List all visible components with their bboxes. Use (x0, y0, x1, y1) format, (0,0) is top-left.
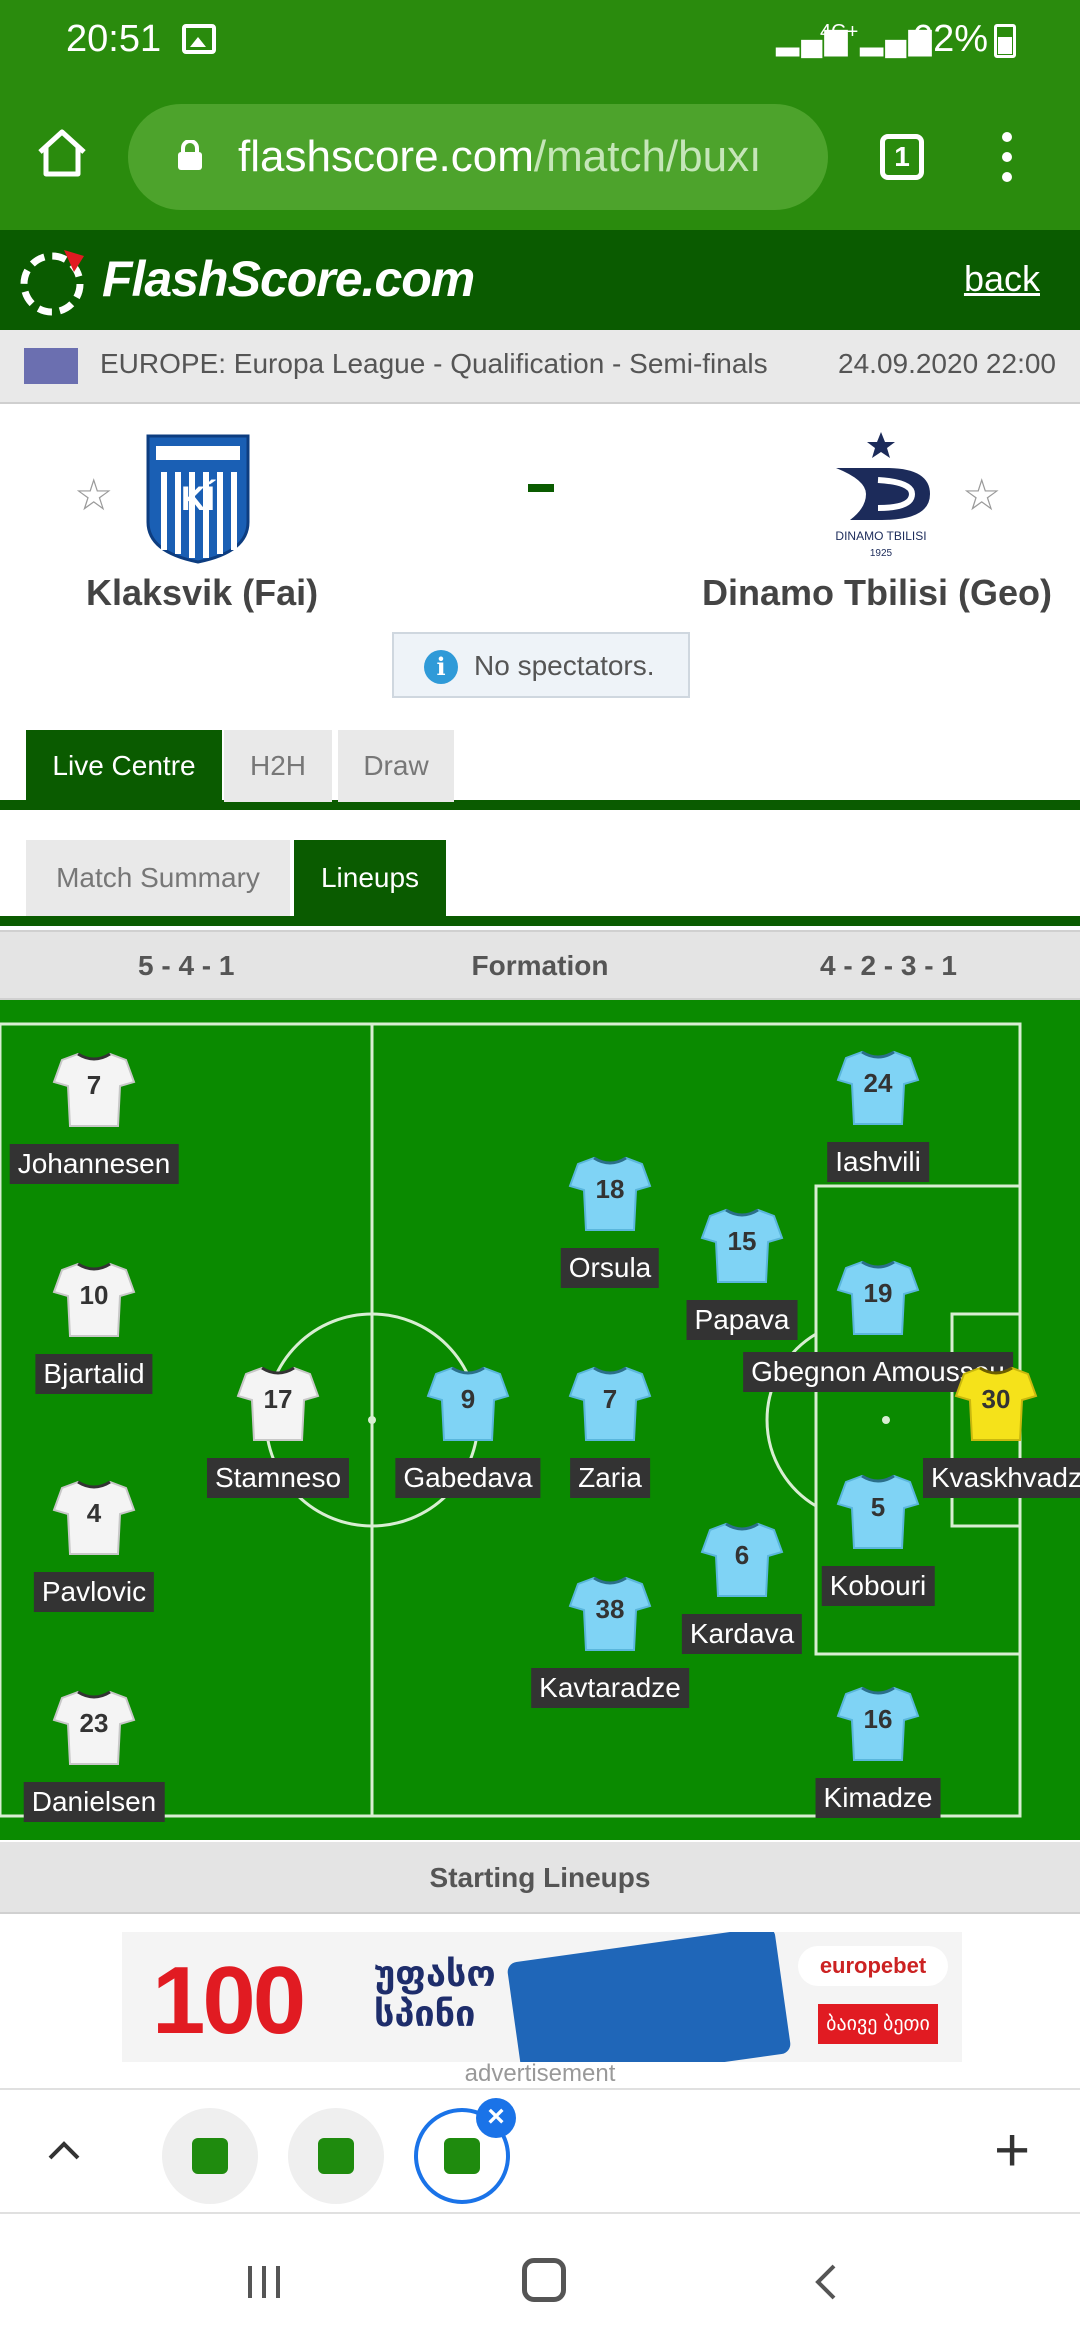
player-name: Danielsen (23, 1782, 165, 1822)
shirt-icon: 5 (836, 1472, 920, 1552)
player-name: Kimadze (815, 1778, 941, 1818)
shirt-icon: 30 (954, 1364, 1038, 1444)
url-text: flashscore.com/match/buxı (238, 132, 762, 181)
new-tab-icon[interactable]: + (994, 2120, 1030, 2182)
player-name: Kobouri (821, 1566, 935, 1606)
player-name: Gabedava (395, 1458, 541, 1498)
network-type: 4G+ (820, 21, 859, 43)
shirt-icon: 38 (568, 1574, 652, 1654)
shirt-icon: 18 (568, 1154, 652, 1234)
tab-match-summary[interactable]: Match Summary (26, 840, 290, 916)
player-name: Johannesen (9, 1144, 179, 1184)
pitch: 7 Johannesen 10 Bjartalid 4 Pavlovic 23 … (0, 1000, 1080, 1840)
home-team-name[interactable]: Klaksvik (Fai) (86, 572, 318, 614)
flashscore-favicon-icon (444, 2138, 480, 2174)
shirt-icon: 10 (52, 1260, 136, 1340)
notice-text: No spectators. (474, 650, 655, 681)
favorite-away-star-icon[interactable]: ☆ (962, 470, 1001, 521)
away-formation: 4 - 2 - 3 - 1 (820, 950, 957, 981)
recent-apps-icon[interactable] (244, 2262, 284, 2302)
ad-cta-button[interactable]: ბაივე ბეთი (818, 2004, 938, 2044)
tab-switcher-button[interactable]: 1 (880, 134, 924, 180)
ad-headline-text: უფასო სპინი (374, 1953, 496, 2034)
flashscore-logo-icon[interactable] (18, 246, 90, 318)
competition-name[interactable]: EUROPE: Europa League - Qualification - … (100, 348, 768, 380)
ad-label: advertisement (464, 2060, 616, 2087)
flashscore-favicon-icon (192, 2138, 228, 2174)
shirt-icon: 17 (236, 1364, 320, 1444)
shirt-icon: 19 (836, 1258, 920, 1338)
player-name: Papava (686, 1300, 798, 1340)
shirt-icon: 6 (700, 1520, 784, 1600)
battery-icon (994, 24, 1016, 58)
browser-tab[interactable] (162, 2108, 258, 2204)
player-name: Iashvili (827, 1142, 929, 1182)
player-name: Pavlovic (33, 1572, 155, 1612)
svg-text:DINAMO TBILISI: DINAMO TBILISI (835, 529, 926, 543)
advertisement-banner[interactable]: 100 უფასო სპინი europebet ბაივე ბეთი (122, 1932, 962, 2062)
player-name: Stamneso (206, 1458, 350, 1498)
chevron-up-icon[interactable] (44, 2130, 84, 2170)
battery-percent: 62% (912, 18, 989, 60)
competition-bar[interactable]: EUROPE: Europa League - Qualification - … (0, 330, 1080, 404)
tab-draw[interactable]: Draw (338, 730, 454, 802)
tab-live-centre[interactable]: Live Centre (26, 730, 222, 802)
shirt-icon: 7 (52, 1050, 136, 1130)
away-team-name[interactable]: Dinamo Tbilisi (Geo) (702, 572, 1052, 614)
europe-flag-icon (24, 348, 78, 384)
tab-lineups[interactable]: Lineups (294, 840, 446, 916)
shirt-icon: 9 (426, 1364, 510, 1444)
shirt-icon: 23 (52, 1688, 136, 1768)
back-link[interactable]: back (964, 258, 1040, 300)
sub-tabs: Match Summary Lineups (0, 840, 1080, 926)
shirt-icon: 16 (836, 1684, 920, 1764)
main-tabs: Live Centre H2H Draw (0, 730, 1080, 810)
site-header: FlashScore.com back (0, 230, 1080, 330)
info-icon: i (424, 650, 458, 684)
home-nav-icon[interactable] (522, 2258, 566, 2302)
status-time: 20:51 (66, 18, 162, 60)
player-name: Kardava (681, 1614, 803, 1654)
ad-brand: europebet (798, 1946, 948, 1986)
match-header: ☆ KÍ DINAMO TBILISI 1925 ☆ Klaksvik (Fai… (0, 404, 1080, 734)
back-nav-icon[interactable] (806, 2262, 846, 2302)
player-name: Kvaskhvadze (922, 1458, 1080, 1498)
svg-text:KÍ: KÍ (181, 480, 217, 518)
browser-tab-active[interactable]: × (414, 2098, 516, 2204)
browser-menu-icon[interactable] (996, 132, 1018, 188)
dinamo-tbilisi-crest-icon[interactable]: DINAMO TBILISI 1925 (826, 432, 936, 564)
score-separator (528, 484, 554, 492)
system-navigation-bar (0, 2216, 1080, 2340)
shirt-icon: 4 (52, 1478, 136, 1558)
match-date: 24.09.2020 22:00 (838, 348, 1056, 379)
shirt-icon: 15 (700, 1206, 784, 1286)
ad-card-image (506, 1932, 792, 2062)
close-tab-icon[interactable]: × (476, 2098, 516, 2138)
favorite-home-star-icon[interactable]: ☆ (74, 470, 113, 521)
match-notice: i No spectators. (392, 632, 690, 698)
url-bar[interactable]: flashscore.com/match/buxı (128, 104, 828, 210)
formation-bar: 5 - 4 - 1 Formation 4 - 2 - 3 - 1 (0, 930, 1080, 1000)
svg-text:1925: 1925 (870, 548, 893, 559)
shirt-icon: 7 (568, 1364, 652, 1444)
status-bar: 20:51 ▂▄▆ 4G+ ▂▄▆ 62% (0, 0, 1080, 84)
player-name: Zaria (570, 1458, 650, 1498)
shirt-icon: 24 (836, 1048, 920, 1128)
player-name: Bjartalid (35, 1354, 153, 1394)
player-name: Kavtaradze (531, 1668, 689, 1708)
starting-lineups-header[interactable]: Starting Lineups (0, 1842, 1080, 1914)
flashscore-favicon-icon (318, 2138, 354, 2174)
player-name: Orsula (560, 1248, 660, 1288)
image-notification-icon (182, 24, 216, 54)
klaksvik-crest-icon[interactable]: KÍ (144, 432, 252, 564)
browser-tab[interactable] (288, 2108, 384, 2204)
site-name[interactable]: FlashScore.com (102, 250, 475, 308)
tab-h2h[interactable]: H2H (224, 730, 332, 802)
lock-icon (178, 140, 202, 170)
home-icon[interactable] (34, 124, 90, 180)
ad-headline-number: 100 (152, 1947, 306, 2054)
browser-tab-strip: × + (0, 2088, 1080, 2214)
